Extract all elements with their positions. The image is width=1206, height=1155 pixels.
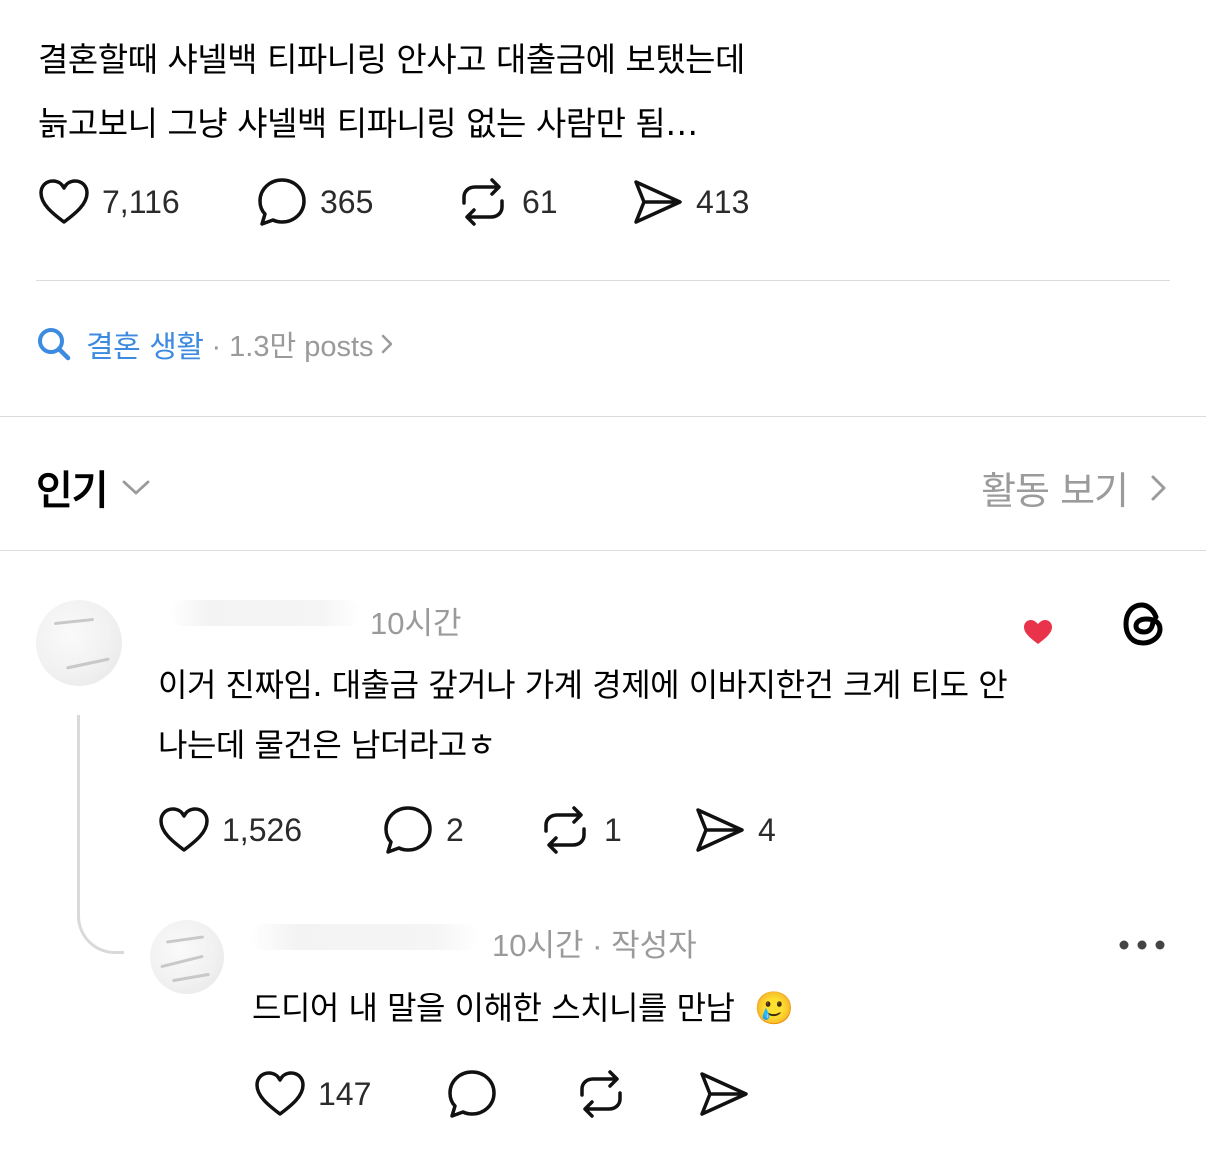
comment-repost-count: 1 <box>604 811 622 848</box>
repost-icon <box>544 806 586 854</box>
topic-tag-row[interactable]: 결혼 생활 · 1.3만 posts <box>36 322 396 366</box>
post-text: 결혼할때 샤넬백 티파니링 안사고 대출금에 보탰는데 늙고보니 그냥 샤넬백 … <box>38 28 745 156</box>
avatar[interactable] <box>150 920 224 994</box>
repost-icon <box>580 1070 622 1118</box>
heart-icon <box>159 807 209 852</box>
heart-icon <box>1024 620 1052 644</box>
chevron-right-icon <box>381 334 392 354</box>
sort-dropdown[interactable]: 인기 <box>36 458 152 516</box>
comment-share-button[interactable]: 4 <box>694 806 776 854</box>
post-share-button[interactable]: 413 <box>632 178 749 226</box>
comment-text: 이거 진짜임. 대출금 갚거나 가계 경제에 이바지한건 크게 티도 안 나는데… <box>158 655 1008 775</box>
divider <box>36 280 1170 281</box>
post-repost-button[interactable]: 61 <box>456 177 558 227</box>
post-repost-count: 61 <box>522 183 558 220</box>
comment-like-count: 1,526 <box>222 811 303 848</box>
topic-tag[interactable]: 결혼 생활 <box>86 322 204 366</box>
divider <box>0 416 1206 417</box>
activity-link-label: 활동 보기 <box>981 469 1129 513</box>
divider <box>0 550 1206 551</box>
threads-logo-icon[interactable] <box>1120 600 1168 652</box>
comment-repost-button[interactable]: 1 <box>538 805 622 855</box>
emoji: 🥲 <box>754 989 794 1027</box>
reply-repost-button[interactable] <box>574 1069 628 1119</box>
avatar[interactable] <box>36 600 122 686</box>
thread-connector <box>77 715 124 954</box>
comment-icon <box>258 178 306 226</box>
username-redacted[interactable] <box>170 600 360 626</box>
comment-reply-button[interactable]: 2 <box>382 804 464 856</box>
chevron-down-icon <box>122 480 150 495</box>
username-redacted[interactable] <box>250 924 480 950</box>
post-text-line: 결혼할때 샤넬백 티파니링 안사고 대출금에 보탰는데 <box>38 40 745 79</box>
comment-share-count: 4 <box>758 811 776 848</box>
post-comment-button[interactable]: 365 <box>256 176 373 228</box>
reply-like-count: 147 <box>318 1075 372 1112</box>
heart-icon <box>39 179 89 224</box>
post-like-button[interactable]: 7,116 <box>38 178 180 226</box>
post-share-count: 413 <box>696 183 750 220</box>
reply-text-body: 드디어 내 말을 이해한 스치니를 만남 <box>252 989 735 1027</box>
comment-time: 10시간 <box>370 606 462 641</box>
topic-meta: · 1.3만 posts <box>211 331 374 363</box>
reply-share-button[interactable] <box>698 1070 750 1118</box>
chevron-right-icon <box>1151 475 1166 500</box>
share-icon <box>700 1072 748 1116</box>
comment-like-button[interactable]: 1,526 <box>158 806 302 854</box>
reply-text: 드디어 내 말을 이해한 스치니를 만남 🥲 <box>252 978 794 1038</box>
more-options-button[interactable] <box>1118 936 1168 955</box>
post-comment-count: 365 <box>320 183 374 220</box>
share-icon <box>634 180 682 224</box>
post-like-count: 7,116 <box>102 183 180 220</box>
share-icon <box>696 808 744 852</box>
comment-icon <box>448 1070 496 1118</box>
reply-like-button[interactable]: 147 <box>254 1070 371 1118</box>
search-icon <box>38 328 71 361</box>
author-liked-badge <box>1022 618 1054 650</box>
comment-time: 10시간 · 작성자 <box>492 928 697 963</box>
more-icon <box>1119 940 1165 950</box>
view-activity-link[interactable]: 활동 보기 <box>981 460 1172 515</box>
comment-reply-count: 2 <box>446 811 464 848</box>
repost-icon <box>462 178 504 226</box>
heart-icon <box>255 1071 305 1116</box>
section-title: 인기 <box>36 468 109 514</box>
comment-icon <box>384 806 432 854</box>
comment-text-line: 나는데 물건은 남더라고ㅎ <box>158 726 496 764</box>
comment-text-line: 이거 진짜임. 대출금 갚거나 가계 경제에 이바지한건 크게 티도 안 <box>158 666 1008 704</box>
post-text-line: 늙고보니 그냥 샤넬백 티파니링 없는 사람만 됨… <box>38 104 698 143</box>
reply-comment-button[interactable] <box>446 1068 498 1120</box>
